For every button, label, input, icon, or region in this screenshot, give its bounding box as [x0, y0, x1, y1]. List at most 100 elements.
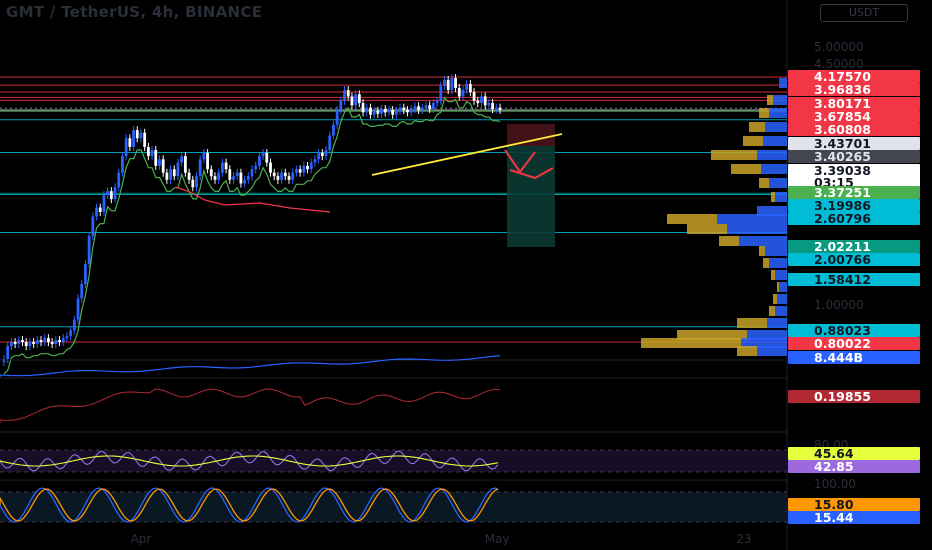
candle-body [295, 169, 298, 173]
candle-body [343, 90, 346, 101]
volume-profile-bar [769, 178, 787, 188]
volume-profile-bar [769, 258, 787, 268]
candle-body [113, 187, 117, 200]
candle-body [146, 146, 150, 157]
candle-body [472, 92, 476, 101]
candle-body [435, 100, 439, 104]
volume-profile-bar [767, 95, 773, 105]
volume-profile-bar [687, 224, 727, 234]
candle-body [158, 159, 161, 166]
candle-body [258, 156, 261, 166]
candle-body [394, 110, 398, 115]
volume-profile-bar [779, 78, 787, 88]
candle-body [47, 338, 50, 343]
candle-body [43, 338, 47, 343]
volume-profile-bar [737, 318, 767, 328]
candle-body [220, 162, 224, 173]
volume-profile-bar [667, 214, 717, 224]
volume-profile-bar [641, 338, 741, 348]
candle-body [58, 340, 61, 343]
candle-body [487, 103, 491, 106]
currency-button[interactable]: USDT [820, 4, 908, 22]
candle-body [354, 94, 358, 106]
price-tag: 1.58412 [788, 273, 920, 286]
candle-body [250, 169, 254, 177]
candle-body [183, 156, 187, 173]
candle-body [106, 191, 110, 196]
candle-body [154, 149, 158, 166]
time-axis-label: 23 [736, 532, 752, 546]
candle-body [80, 283, 84, 299]
candle-body [176, 162, 180, 177]
candle-body [402, 107, 406, 110]
candle-body [243, 179, 246, 184]
price-scale-label: 1.00000 [814, 298, 864, 313]
candle-body [239, 172, 243, 184]
volume-profile-bar [775, 306, 787, 316]
candle-body [6, 346, 10, 359]
volume-profile-bar [727, 224, 787, 234]
candle-body [446, 79, 450, 91]
volume-profile-bar [757, 150, 787, 160]
candle-body [139, 132, 143, 139]
candle-body [313, 159, 317, 163]
candle-body [332, 124, 335, 136]
symbol-title[interactable]: GMT / TetherUS, 4h, BINANCE [6, 3, 262, 21]
candle-body [291, 172, 295, 180]
candle-body [254, 165, 258, 170]
price-tag: 2.00766 [788, 253, 920, 266]
candle-body [324, 149, 328, 157]
candle-body [409, 109, 413, 113]
candle-body [13, 342, 17, 345]
volume-profile-bar [775, 270, 787, 280]
volume-profile-bar [779, 282, 787, 292]
volume-profile-bar [777, 294, 787, 304]
candle-body [143, 132, 147, 147]
candle-body [172, 169, 176, 177]
candle-body [269, 162, 272, 173]
candle-body [283, 172, 287, 177]
candle-body [265, 152, 269, 163]
candle-body [454, 77, 457, 88]
indicator-tag-osc: 0.19855 [788, 390, 920, 403]
candle-body [187, 172, 191, 180]
candle-body [109, 191, 113, 200]
candle-body [365, 107, 369, 113]
volume-profile-bar [761, 164, 787, 174]
candle-body [369, 107, 372, 115]
price-tag: 3.40265 [788, 150, 920, 163]
volume-line [0, 355, 501, 377]
candle-body [276, 176, 280, 180]
candle-body [335, 109, 339, 125]
volume-profile-bar [759, 108, 769, 118]
candle-body [317, 152, 321, 160]
candle-body [420, 107, 424, 110]
candle-body [91, 216, 95, 236]
candle-body [483, 96, 487, 106]
candle-body [398, 107, 402, 111]
candle-body [346, 90, 350, 97]
candle-body [465, 83, 469, 91]
volume-profile-bar [775, 192, 787, 202]
candle-body [121, 156, 124, 173]
candle-body [272, 172, 276, 177]
candle-body [213, 176, 217, 180]
candle-body [320, 152, 324, 157]
indicator-scale-label: 100.00 [814, 477, 856, 491]
target-zone [507, 146, 555, 247]
candle-body [480, 96, 483, 104]
price-tag: 2.60796 [788, 212, 920, 225]
candle-body [102, 195, 106, 212]
volume-profile-bar [763, 136, 787, 146]
time-axis-label: Apr [130, 532, 152, 546]
volume-profile-bar [773, 294, 777, 304]
candle-body [202, 152, 206, 160]
candle-body [150, 149, 154, 157]
volume-profile-bar [743, 136, 763, 146]
candle-body [24, 342, 28, 347]
candle-body [128, 138, 132, 147]
candle-body [180, 156, 184, 163]
candle-body [494, 107, 498, 110]
candle-body [280, 172, 284, 180]
volume-profile-bar [749, 122, 765, 132]
